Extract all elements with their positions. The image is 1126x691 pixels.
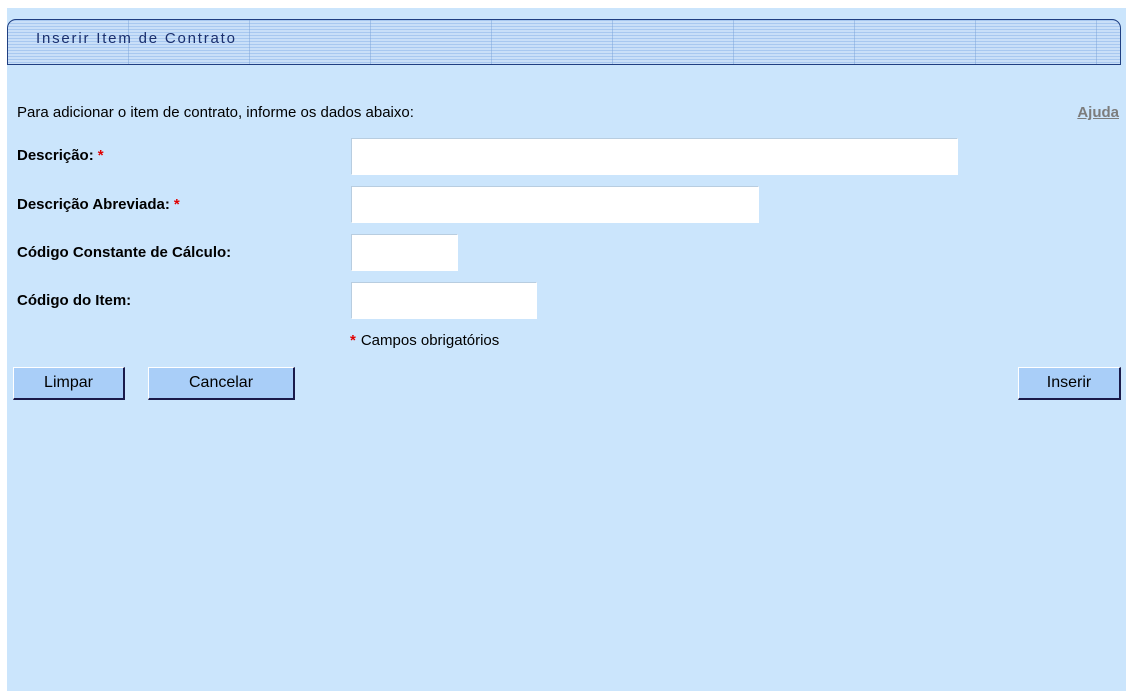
codigo-item-label-text: Código do Item: <box>17 292 132 309</box>
required-fields-text: Campos obrigatórios <box>360 332 500 349</box>
required-asterisk: * <box>173 196 180 213</box>
cancelar-button[interactable]: Cancelar <box>148 367 295 400</box>
required-asterisk: * <box>350 332 356 349</box>
required-asterisk: * <box>97 147 104 164</box>
title-bar: Inserir Item de Contrato <box>7 19 1121 65</box>
limpar-button[interactable]: Limpar <box>13 367 125 400</box>
descricao-label: Descrição: * <box>17 147 104 164</box>
help-link[interactable]: Ajuda <box>1077 104 1119 121</box>
descricao-label-text: Descrição: <box>17 147 94 164</box>
intro-text: Para adicionar o item de contrato, infor… <box>17 104 414 121</box>
descricao-input[interactable] <box>351 138 958 175</box>
codigo-constante-input[interactable] <box>351 234 458 271</box>
codigo-item-input[interactable] <box>351 282 537 319</box>
inserir-button[interactable]: Inserir <box>1018 367 1121 400</box>
page-title: Inserir Item de Contrato <box>36 30 237 47</box>
descricao-abreviada-label-text: Descrição Abreviada: <box>17 196 170 213</box>
codigo-item-label: Código do Item: <box>17 292 131 309</box>
codigo-constante-label-text: Código Constante de Cálculo: <box>17 244 232 261</box>
codigo-constante-label: Código Constante de Cálculo: <box>17 244 231 261</box>
descricao-abreviada-label: Descrição Abreviada: * <box>17 196 180 213</box>
descricao-abreviada-input[interactable] <box>351 186 759 223</box>
required-fields-note: * Campos obrigatórios <box>350 332 499 349</box>
